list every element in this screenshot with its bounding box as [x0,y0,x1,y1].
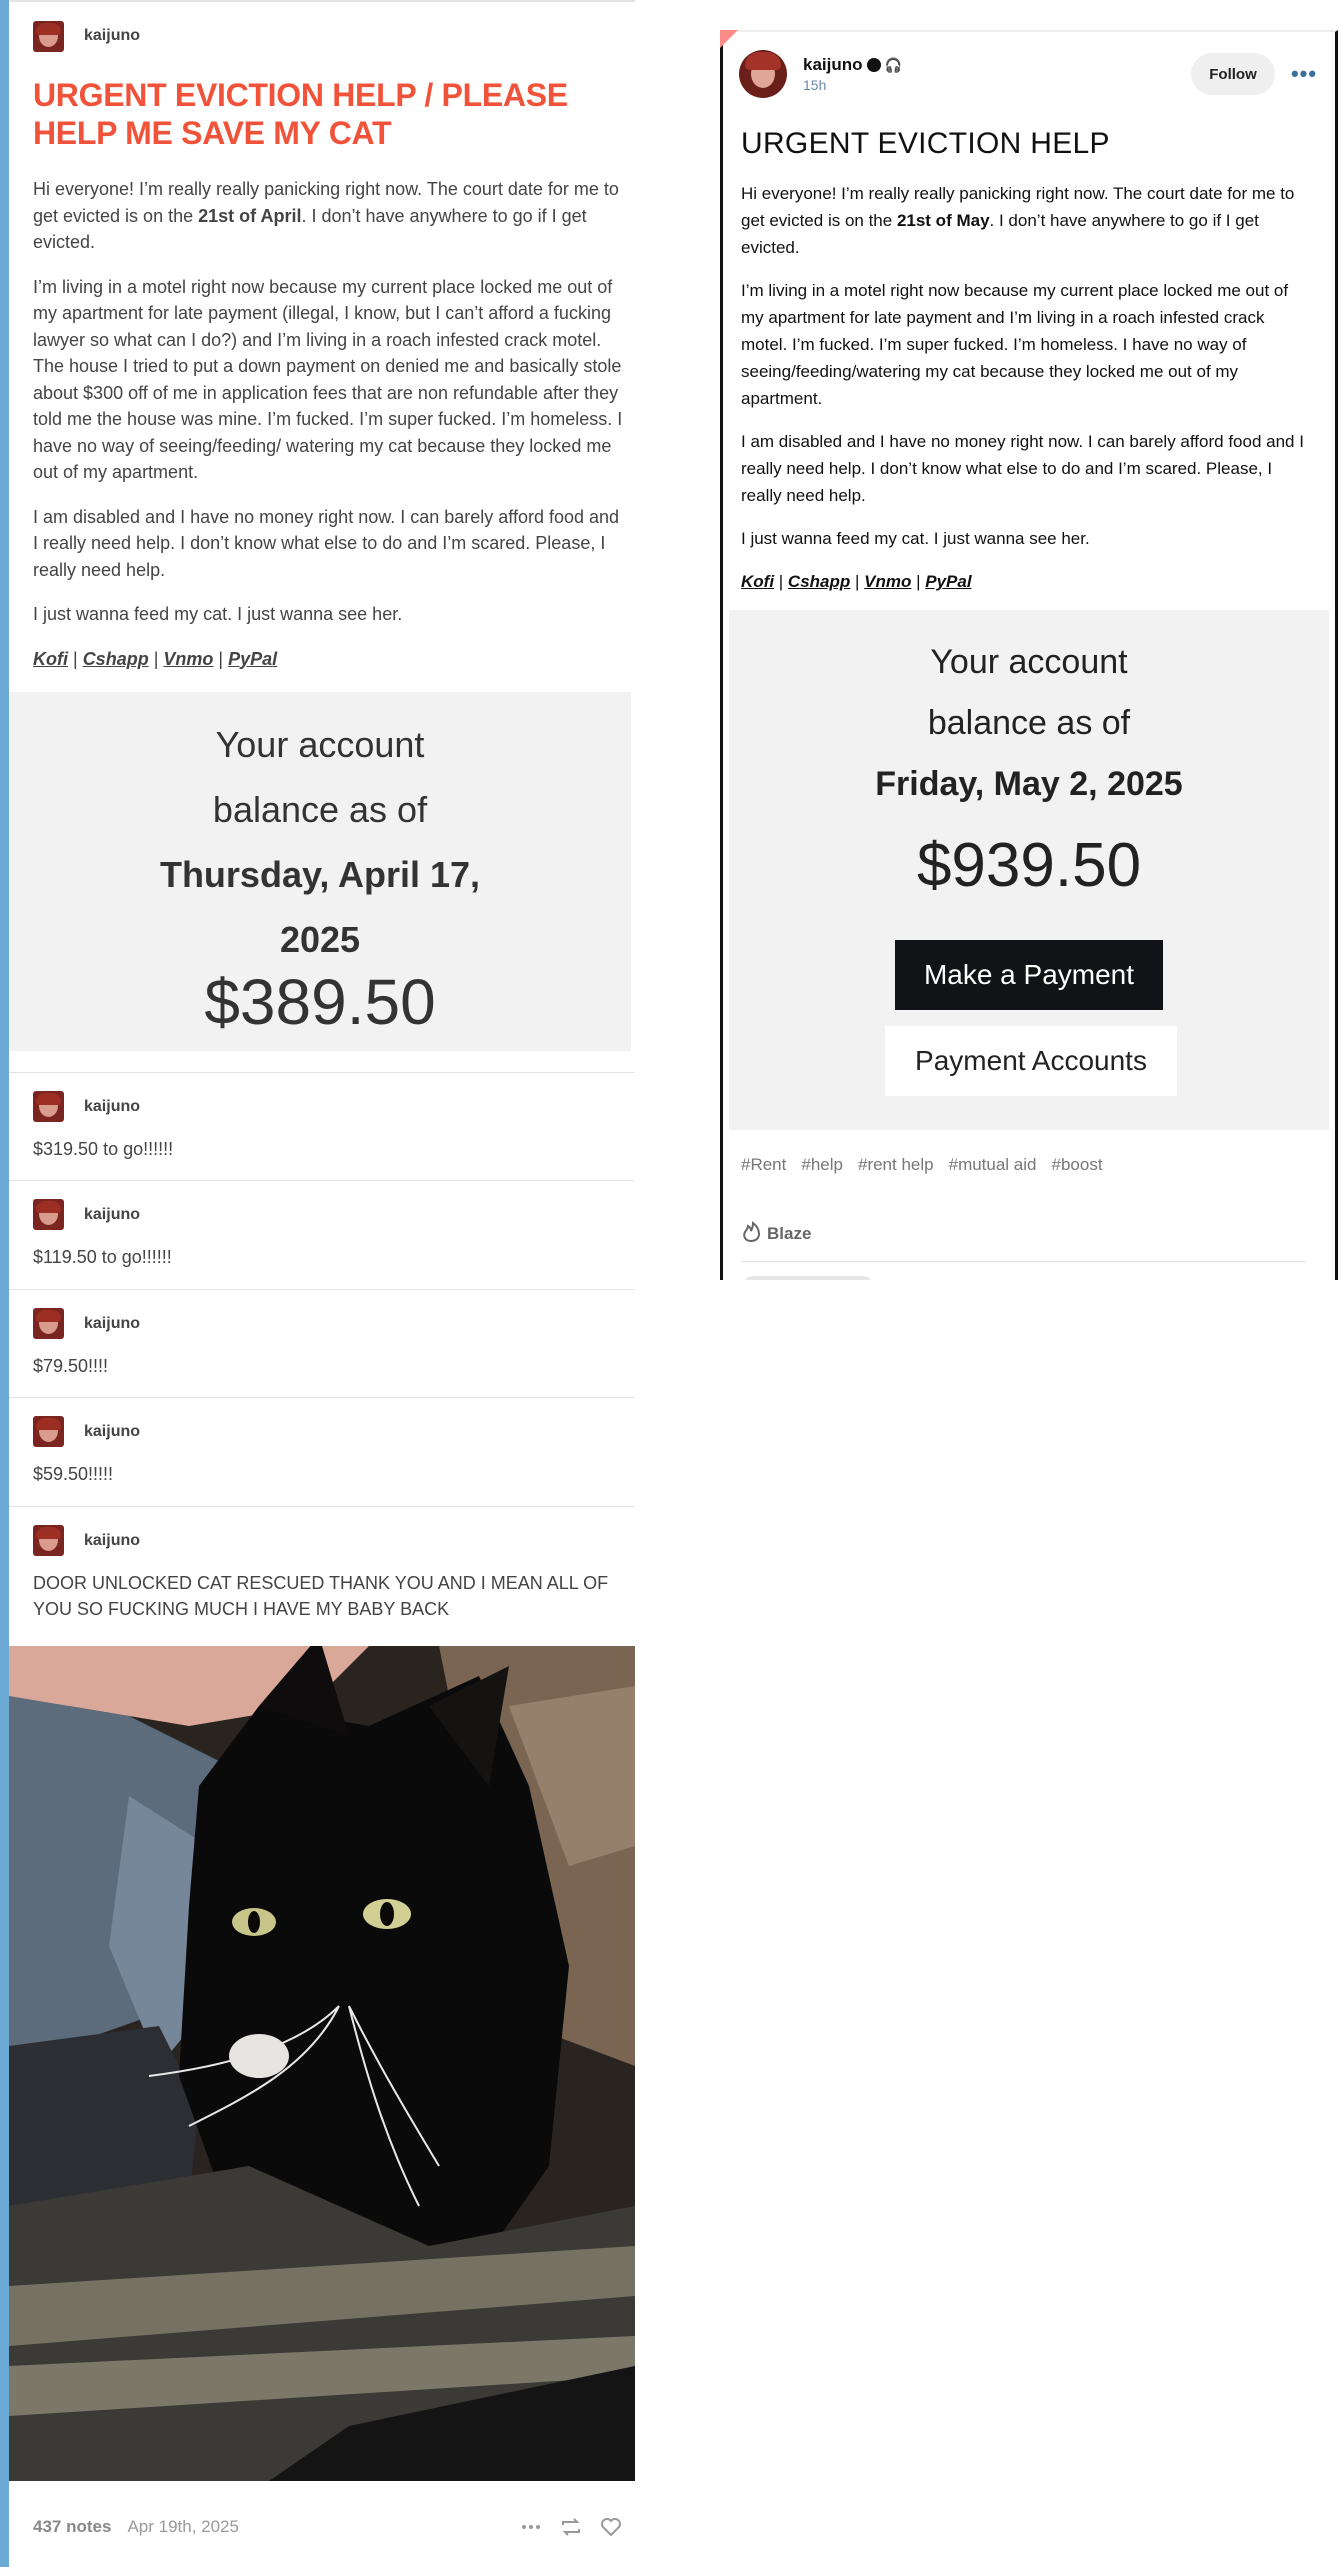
notes-count[interactable]: 437 notes [33,2517,111,2537]
paragraph-1: Hi everyone! I’m really really panicking… [33,179,619,252]
link-vnmo[interactable]: Vnmo [163,649,213,669]
blaze-button[interactable]: Blaze [741,1220,811,1247]
cat-photo[interactable] [9,1646,635,2481]
balance-amount: $389.50 [204,966,436,1038]
footer-divider [741,1261,1306,1262]
footer-actions [519,2515,623,2539]
tag-boost[interactable]: #boost [1052,1155,1103,1175]
username[interactable]: kaijuno [84,1206,140,1224]
reblog-divider [9,1289,635,1290]
link-cshapp[interactable]: Cshapp [788,572,850,591]
link-vnmo[interactable]: Vnmo [864,572,911,591]
link-kofi[interactable]: Kofi [33,649,68,669]
account-balance-screenshot: Your account balance as of Friday, May 2… [729,610,1329,1130]
post-time: 15h [803,77,827,93]
reblog-text: $79.50!!!! [33,1356,109,1376]
paragraph-4: I just wanna feed my cat. I just wanna s… [741,529,1090,548]
post-title: URGENT EVICTION HELP / PLEASE HELP ME SA… [33,77,568,151]
black-dot-badge-icon [866,58,881,72]
reblog-item: kaijuno $119.50 to go!!!!!! [33,1199,623,1270]
reblog-text: $319.50 to go!!!!!! [33,1139,174,1159]
link-kofi[interactable]: Kofi [741,572,774,591]
more-options-icon[interactable]: ••• [1289,59,1319,89]
reblog-divider [9,1397,635,1398]
avatar[interactable] [33,20,64,52]
post-header: kaijuno [33,20,140,52]
balance-heading: Your account balance as of Friday, May 2… [875,643,1183,803]
avatar[interactable] [33,1308,64,1339]
avatar[interactable] [33,1199,64,1230]
account-balance-screenshot: Your account balance as of Thursday, Apr… [9,692,631,1051]
tag-help[interactable]: #help [801,1155,843,1175]
avatar[interactable] [33,1525,64,1556]
balance-amount: $939.50 [916,831,1142,900]
left-accent-bar [0,0,9,2567]
corner-flag [720,30,738,48]
cutoff-pill [743,1276,873,1280]
username[interactable]: kaijuno [84,1098,140,1116]
avatar[interactable] [33,1091,64,1122]
top-divider [9,0,635,2]
post-body: Hi everyone! I’m really really panicking… [741,180,1306,611]
reblog-item: kaijuno $319.50 to go!!!!!! [33,1091,623,1162]
paragraph-3: I am disabled and I have no money right … [741,432,1304,505]
post-body: Hi everyone! I’m really really panicking… [33,176,623,690]
reblog-text: DOOR UNLOCKED CAT RESCUED THANK YOU AND … [33,1573,609,1619]
reblog-icon[interactable] [559,2515,583,2539]
payment-links: Kofi | Cshapp | Vnmo | PyPal [741,572,972,591]
like-heart-icon[interactable] [599,2515,623,2539]
link-cshapp[interactable]: Cshapp [83,649,149,669]
reblog-item: kaijuno $79.50!!!! [33,1308,623,1379]
avatar[interactable] [739,50,787,98]
author-block: kaijuno 🎧 15h [803,55,902,93]
cat-photo-illustration [9,1646,635,2481]
balance-heading: Your account balance as of Thursday, Apr… [159,724,481,960]
username[interactable]: kaijuno 🎧 [803,55,902,75]
reblog-item: kaijuno DOOR UNLOCKED CAT RESCUED THANK … [33,1525,623,1622]
username[interactable]: kaijuno [84,1423,140,1441]
paragraph-3: I am disabled and I have no money right … [33,506,620,580]
avatar[interactable] [33,1416,64,1447]
headphones-badge-icon: 🎧 [884,56,902,73]
post-title: URGENT EVICTION HELP [741,127,1110,160]
paragraph-2: I’m living in a motel right now because … [33,276,623,483]
paragraph-4: I just wanna feed my cat. I just wanna s… [33,604,403,624]
right-post: kaijuno 🎧 15h Follow ••• URGENT EVICTION… [720,30,1338,1280]
paragraph-2: I’m living in a motel right now because … [741,281,1289,408]
reblog-text: $119.50 to go!!!!!! [33,1247,172,1267]
reblog-item: kaijuno $59.50!!!!! [33,1416,623,1487]
tag-mutual-aid[interactable]: #mutual aid [949,1155,1037,1175]
reblog-divider [9,1506,635,1507]
post-footer: 437 notes Apr 19th, 2025 [33,2512,623,2542]
post-date: Apr 19th, 2025 [127,2517,239,2536]
make-payment-button[interactable]: Make a Payment [895,940,1163,1010]
username[interactable]: kaijuno [84,27,140,45]
tag-rent[interactable]: #Rent [741,1155,786,1175]
username[interactable]: kaijuno [84,1532,140,1550]
more-icon[interactable] [519,2515,543,2539]
follow-button[interactable]: Follow [1191,53,1275,95]
tag-rent-help[interactable]: #rent help [858,1155,934,1175]
reblog-divider [9,1072,635,1073]
link-pypal[interactable]: PyPal [228,649,277,669]
reblog-divider [9,1180,635,1181]
reblog-text: $59.50!!!!! [33,1464,114,1484]
left-post: kaijuno URGENT EVICTION HELP / PLEASE HE… [9,0,635,2567]
paragraph-1: Hi everyone! I’m really really panicking… [741,184,1295,257]
link-pypal[interactable]: PyPal [925,572,971,591]
post-header: kaijuno 🎧 15h Follow ••• [739,48,1319,100]
tag-list: #Rent #help #rent help #mutual aid #boos… [741,1155,1103,1175]
payment-links: Kofi | Cshapp | Vnmo | PyPal [33,648,278,669]
username[interactable]: kaijuno [84,1315,140,1333]
flame-icon [741,1220,761,1247]
payment-accounts-button[interactable]: Payment Accounts [885,1026,1177,1096]
